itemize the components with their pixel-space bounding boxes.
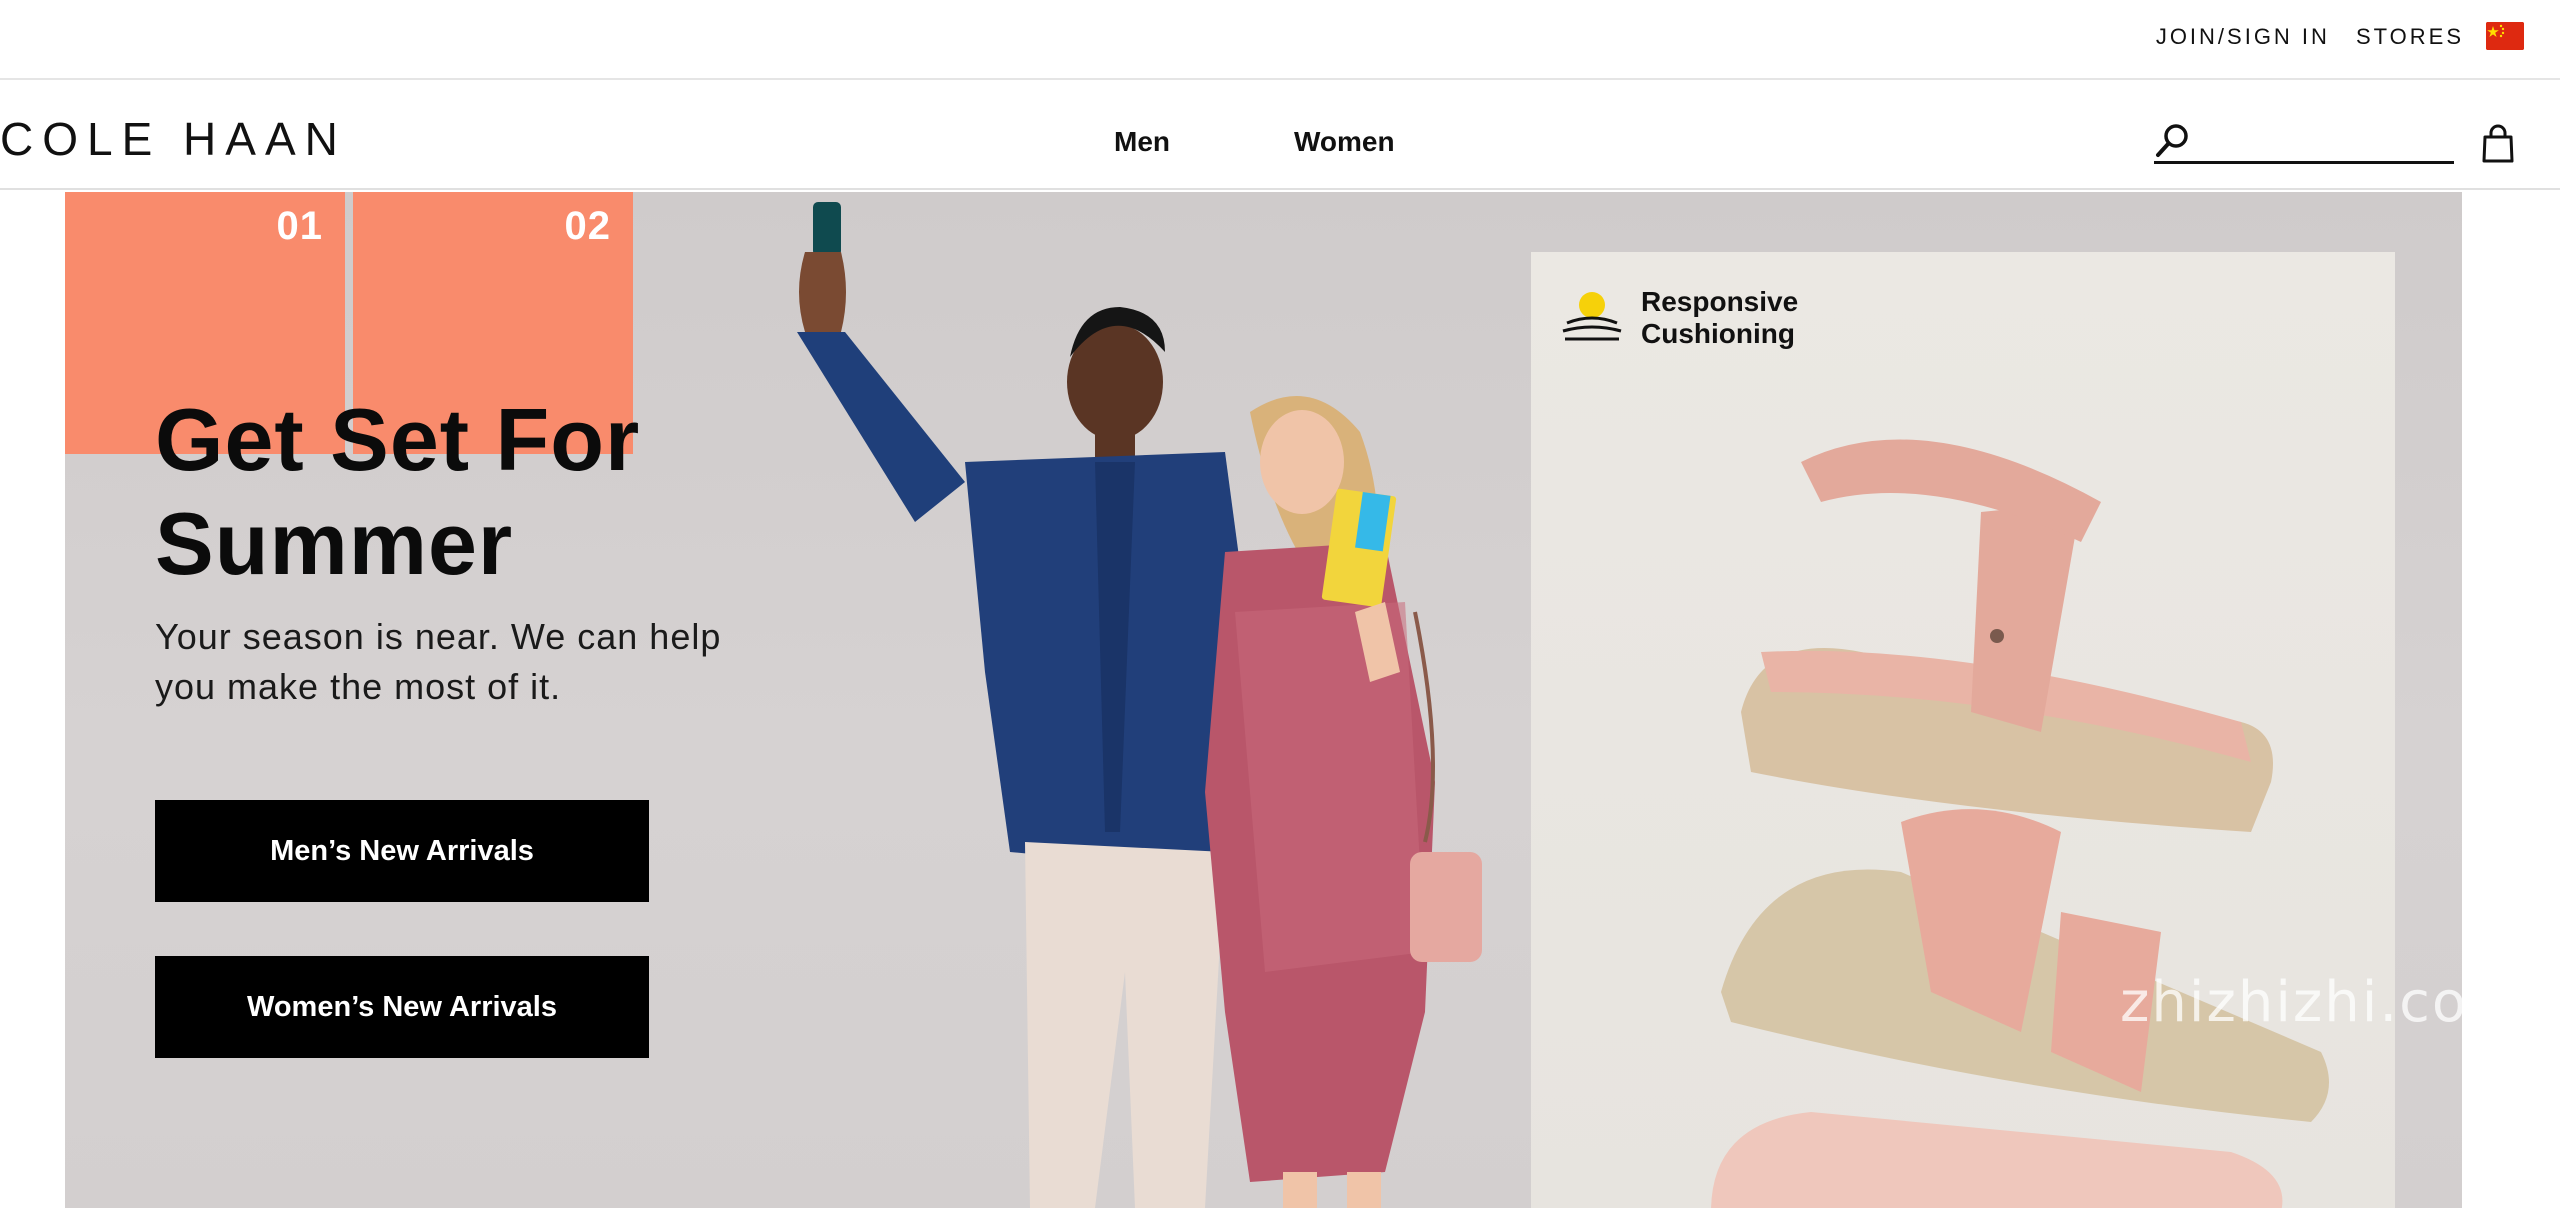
- responsive-cushioning-badge: Responsive Cushioning: [1561, 286, 1798, 350]
- hero-subtitle: Your season is near. We can help you mak…: [155, 616, 722, 707]
- slide-tab-1-label: 01: [276, 204, 323, 248]
- main-header: COLE HAAN Men Women: [0, 80, 2560, 190]
- feature-line-1: Responsive: [1641, 286, 1799, 317]
- utility-links: JOIN/SIGN IN STORES: [2156, 24, 2464, 50]
- sandals-image: [1711, 439, 2329, 1208]
- product-panel: Responsive Cushioning: [1531, 252, 2395, 1208]
- search-input[interactable]: [2202, 124, 2452, 158]
- hero-title: Get Set For Summer: [155, 390, 641, 593]
- china-flag-icon[interactable]: [2486, 22, 2524, 50]
- brand-logo[interactable]: COLE HAAN: [0, 112, 347, 166]
- watermark: zhizhizhi.com: [2120, 970, 2525, 1035]
- womens-new-arrivals-button[interactable]: Women’s New Arrivals: [155, 956, 649, 1058]
- mens-new-arrivals-button[interactable]: Men’s New Arrivals: [155, 800, 649, 902]
- hero-people-image: [797, 202, 1482, 1208]
- slide-tab-2-label: 02: [564, 204, 611, 248]
- stores-link[interactable]: STORES: [2356, 24, 2464, 50]
- utility-bar: JOIN/SIGN IN STORES: [0, 0, 2560, 80]
- feature-line-2: Cushioning: [1641, 318, 1795, 349]
- search-bar: [2154, 120, 2454, 164]
- nav-women[interactable]: Women: [1294, 126, 1395, 158]
- hero-banner: 01 02 Get Set For Summer Your season is …: [65, 192, 2462, 1208]
- nav-men[interactable]: Men: [1114, 126, 1170, 158]
- join-sign-in-link[interactable]: JOIN/SIGN IN: [2156, 24, 2330, 50]
- shopping-bag-icon[interactable]: [2481, 124, 2515, 169]
- cushioning-icon: [1561, 289, 1623, 348]
- main-nav: Men Women: [1114, 126, 1395, 158]
- search-icon[interactable]: [2154, 122, 2192, 165]
